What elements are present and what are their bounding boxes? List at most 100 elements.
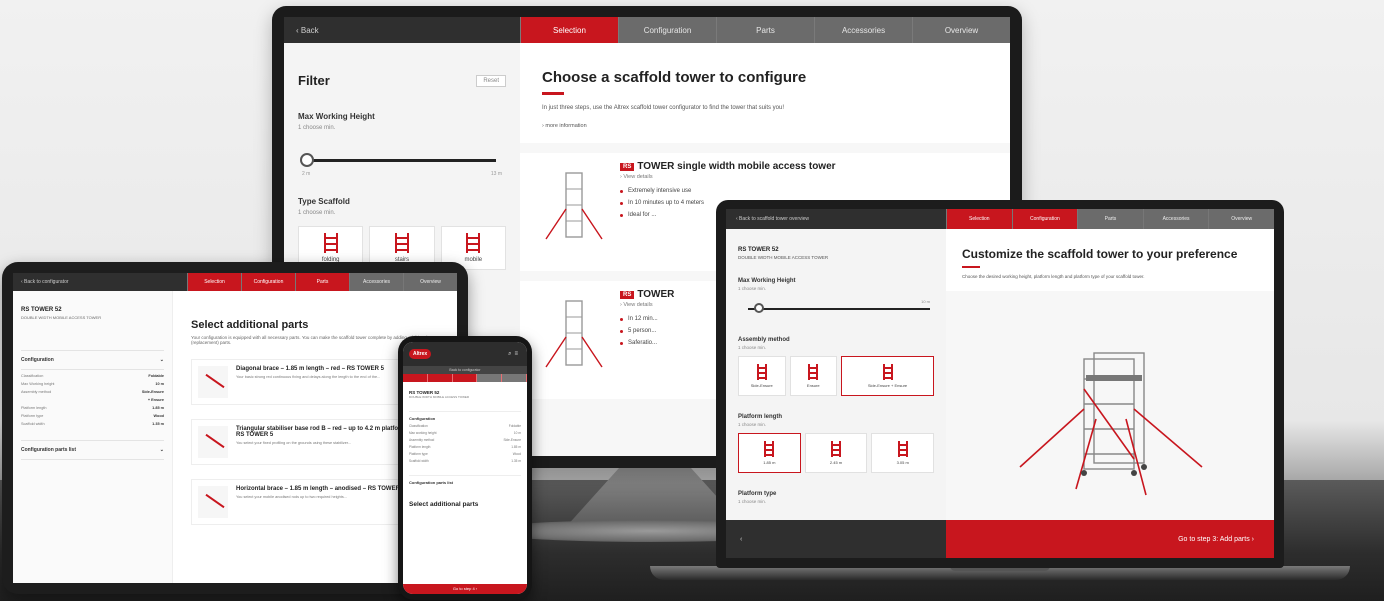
max-height-label: Max Working Height bbox=[298, 112, 375, 121]
platform-length-label: Platform length bbox=[738, 414, 783, 420]
part-thumbnail bbox=[198, 426, 228, 458]
slider-track[interactable] bbox=[748, 308, 930, 310]
parts-list-accordion[interactable]: Configuration parts list ⌄ bbox=[21, 440, 164, 460]
page-subtitle: In just three steps, use the Altrex scaf… bbox=[542, 105, 785, 111]
platform-type-label: Platform type bbox=[738, 491, 777, 497]
config-row: Platform length 1.85 m bbox=[21, 406, 164, 410]
scaffold-icon bbox=[394, 233, 409, 253]
filter-title: Filter bbox=[298, 73, 330, 88]
phone-header: Altrex ⌕≡ bbox=[403, 342, 527, 366]
step-accessories[interactable] bbox=[477, 374, 503, 382]
step-overview[interactable]: Overview bbox=[403, 273, 457, 291]
assembly-option-selected[interactable]: Side-Ensure + Ensure bbox=[841, 356, 934, 396]
part-description: Your basic strong red continuous fixing … bbox=[236, 375, 381, 379]
configuration-accordion[interactable]: Configuration bbox=[409, 411, 521, 421]
step-parts[interactable]: Parts bbox=[295, 273, 349, 291]
product-subtitle: DOUBLE WIDTH MOBILE ACCESS TOWER bbox=[21, 315, 102, 320]
config-row: Platform type Wood bbox=[21, 414, 164, 418]
step-configuration[interactable]: Configuration bbox=[241, 273, 295, 291]
step-parts[interactable]: Parts bbox=[1077, 209, 1143, 229]
back-link[interactable]: Back to configurator bbox=[403, 366, 527, 374]
step-accessories[interactable]: Accessories bbox=[349, 273, 403, 291]
step-selection[interactable]: Selection bbox=[946, 209, 1012, 229]
scaffold-tower-preview bbox=[1019, 352, 1203, 496]
page-title: Select additional parts bbox=[409, 501, 479, 508]
part-title: Horizontal brace – 1.85 m length – anodi… bbox=[236, 486, 416, 492]
reset-button[interactable]: Reset bbox=[476, 74, 506, 87]
page-title: Select additional parts bbox=[191, 319, 309, 331]
page-title: Choose a scaffold tower to configure bbox=[542, 69, 807, 86]
previous-step-button[interactable]: ‹ bbox=[726, 520, 946, 558]
slider-min: 2 m bbox=[302, 171, 311, 177]
chevron-down-icon: ⌄ bbox=[159, 447, 164, 453]
back-link[interactable]: ‹ Back to configurator bbox=[13, 279, 187, 285]
config-row: Classification Foldable bbox=[409, 424, 521, 428]
next-step-button[interactable]: Go to step 4 › bbox=[403, 584, 527, 594]
platform-type-hint: 1 choose min. bbox=[738, 499, 767, 504]
scaffold-icon bbox=[466, 233, 481, 253]
config-row: Max working height 10 m bbox=[409, 431, 521, 435]
view-details-link[interactable]: › View details bbox=[620, 174, 996, 180]
step-accessories[interactable]: Accessories bbox=[814, 17, 912, 43]
max-height-slider[interactable]: 10 m bbox=[738, 299, 934, 319]
length-option[interactable]: 3.05 m bbox=[871, 433, 935, 473]
config-row: Scaffold width 1.35 m bbox=[409, 459, 521, 463]
step-configuration[interactable] bbox=[427, 374, 453, 382]
rs-logo: RS bbox=[620, 290, 635, 299]
step-accessories[interactable]: Accessories bbox=[1142, 209, 1209, 229]
altrex-logo[interactable]: Altrex bbox=[409, 349, 432, 359]
max-height-slider[interactable]: 2 m 13 m bbox=[298, 149, 506, 177]
menu-icon[interactable]: ≡ bbox=[514, 351, 521, 357]
config-row: Assembly method Side-Ensure bbox=[21, 390, 164, 394]
chevron-down-icon: ⌄ bbox=[159, 357, 164, 363]
length-option-selected[interactable]: 1.85 m bbox=[738, 433, 801, 473]
scaffold-icon bbox=[323, 233, 338, 253]
next-step-button[interactable]: Go to step 3: Add parts › bbox=[946, 520, 1274, 558]
step-parts[interactable]: Parts bbox=[716, 17, 814, 43]
step-configuration[interactable]: Configuration bbox=[1011, 209, 1078, 229]
scaffold-icon bbox=[764, 441, 775, 457]
assembly-option[interactable]: Side-Ensure bbox=[738, 356, 786, 396]
scaffold-icon bbox=[756, 364, 767, 380]
laptop-top-nav: ‹ Back to scaffold tower overview Select… bbox=[726, 209, 1274, 229]
max-height-hint: 1 choose min. bbox=[738, 286, 767, 291]
configuration-accordion[interactable]: Configuration ⌄ bbox=[21, 350, 164, 370]
parts-list-accordion[interactable]: Configuration parts list bbox=[409, 475, 521, 485]
step-parts[interactable] bbox=[452, 374, 478, 382]
part-thumbnail bbox=[198, 486, 228, 518]
back-link[interactable]: ‹ Back bbox=[284, 26, 520, 35]
step-configuration[interactable]: Configuration bbox=[618, 17, 716, 43]
scaffold-tower-image bbox=[545, 300, 603, 368]
step-selection[interactable]: Selection bbox=[520, 17, 618, 43]
step-overview[interactable]: Overview bbox=[912, 17, 1010, 43]
step-overview[interactable] bbox=[502, 374, 527, 382]
product-title[interactable]: TOWER single width mobile access tower bbox=[637, 161, 835, 172]
laptop-screen: ‹ Back to scaffold tower overview Select… bbox=[726, 209, 1274, 558]
laptop-footer: ‹ Go to step 3: Add parts › bbox=[726, 520, 1274, 558]
monitor-top-nav: ‹ Back Selection Configuration Parts Acc… bbox=[284, 17, 1010, 43]
type-label: mobile bbox=[464, 257, 483, 263]
assembly-method-label: Assembly method bbox=[738, 337, 790, 343]
feature-bullet: Extremely intensive use bbox=[620, 188, 996, 194]
part-title: Diagonal brace – 1.85 m length – red – R… bbox=[236, 366, 384, 372]
part-description: You select your mobile anodised rods up … bbox=[236, 495, 347, 499]
slider-handle[interactable] bbox=[300, 153, 314, 167]
step-overview[interactable]: Overview bbox=[1208, 209, 1274, 229]
product-title[interactable]: TOWER bbox=[637, 289, 674, 300]
product-subtitle: DOUBLE WIDTH MOBILE ACCESS TOWER bbox=[409, 395, 470, 399]
rs-logo: RS bbox=[620, 162, 635, 171]
slider-handle[interactable] bbox=[754, 303, 764, 313]
back-link[interactable]: ‹ Back to scaffold tower overview bbox=[726, 216, 946, 222]
step-selection[interactable]: Selection bbox=[187, 273, 241, 291]
step-selection[interactable] bbox=[403, 374, 428, 382]
more-info-link[interactable]: › more information bbox=[542, 123, 988, 129]
product-brand: RS TOWER 52 bbox=[738, 247, 779, 253]
assembly-option[interactable]: Ensure bbox=[789, 356, 837, 396]
length-option[interactable]: 2.45 m bbox=[804, 433, 868, 473]
tablet-top-nav: ‹ Back to configurator Selection Configu… bbox=[13, 273, 457, 291]
part-thumbnail bbox=[198, 366, 228, 398]
product-brand: RS TOWER 52 bbox=[21, 307, 62, 313]
title-accent bbox=[962, 266, 980, 268]
phone-screen: Altrex ⌕≡ Back to configurator RS TOWER … bbox=[403, 342, 527, 594]
slider-track[interactable] bbox=[306, 159, 496, 162]
